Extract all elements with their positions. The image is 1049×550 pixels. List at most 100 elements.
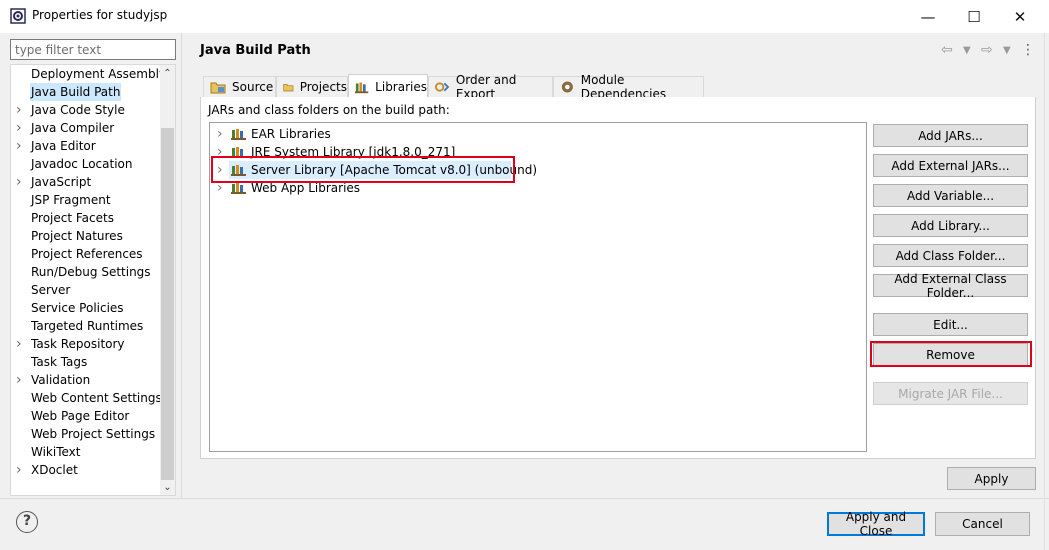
minimize-icon: — (920, 7, 936, 26)
tree-item-label: Java Compiler (31, 121, 115, 135)
tab-source[interactable]: Source (203, 76, 276, 97)
tab-module-dependencies[interactable]: Module Dependencies (553, 73, 704, 101)
tree-item[interactable]: Project References (10, 245, 160, 263)
migrate-jar-button[interactable]: Migrate JAR File... (873, 382, 1028, 405)
tree-item[interactable]: Web Page Editor (10, 407, 160, 425)
tab-label: Libraries (375, 79, 427, 94)
add-external-jars-button[interactable]: Add External JARs... (873, 154, 1028, 177)
tree-item-label: XDoclet (31, 463, 78, 477)
tree-item[interactable]: Service Policies (10, 299, 160, 317)
tree-item[interactable]: Project Facets (10, 209, 160, 227)
window-border (1044, 33, 1045, 550)
tree-item-label: Task Tags (31, 355, 88, 369)
back-arrow-icon[interactable]: ⇦ (941, 42, 953, 58)
view-menu-icon[interactable]: ⋮ (1021, 42, 1035, 58)
add-variable-button[interactable]: Add Variable... (873, 184, 1028, 207)
tree-item-label: Server (31, 283, 71, 297)
tree-item[interactable]: Deployment Assembly (10, 65, 166, 83)
tree-item[interactable]: Java Build Path (10, 83, 160, 101)
library-label: EAR Libraries (251, 127, 331, 141)
chevron-right-icon[interactable]: › (16, 461, 26, 479)
tree-item[interactable]: › Validation (10, 371, 160, 389)
add-external-class-folder-button[interactable]: Add External Class Folder... (873, 272, 1028, 300)
scrollbar-thumb[interactable] (161, 128, 174, 480)
window-title: Properties for studyjsp (32, 8, 168, 22)
tab-order-export[interactable]: Order and Export (428, 73, 553, 101)
tree-item-label: Targeted Runtimes (31, 319, 144, 333)
maximize-button[interactable]: ☐ (951, 0, 997, 33)
help-icon[interactable]: ? (16, 511, 38, 533)
tree-item[interactable]: › Java Code Style (10, 101, 160, 119)
filter-input[interactable] (11, 40, 175, 59)
scroll-up-icon[interactable]: ⌃ (160, 66, 175, 81)
tree-item-label: Project References (31, 247, 143, 261)
close-icon: ✕ (1013, 7, 1027, 26)
eclipse-properties-icon (10, 8, 26, 24)
minimize-button[interactable]: — (905, 0, 951, 33)
tree-item[interactable]: › JavaScript (10, 173, 160, 191)
chevron-right-icon[interactable]: › (16, 119, 26, 137)
tree-item[interactable]: Server (10, 281, 160, 299)
tree-item-label: JavaScript (31, 175, 92, 189)
tree-item[interactable]: › Task Repository (10, 335, 160, 353)
chevron-right-icon[interactable]: › (217, 125, 227, 143)
order-export-icon (435, 82, 450, 92)
highlight-box-server-library (211, 156, 515, 183)
tree-item[interactable]: Targeted Runtimes (10, 317, 160, 335)
apply-and-close-button[interactable]: Apply and Close (827, 510, 925, 538)
tree-item-label: Javadoc Location (31, 157, 133, 171)
add-library-button[interactable]: Add Library... (873, 214, 1028, 237)
chevron-right-icon[interactable]: › (16, 335, 26, 353)
forward-dropdown-icon[interactable]: ▼ (1003, 45, 1011, 56)
forward-arrow-icon[interactable]: ⇨ (981, 42, 993, 58)
tree-item-label: Web Page Editor (31, 409, 130, 423)
tree-item[interactable]: › Java Editor (10, 137, 160, 155)
tab-label: Projects (299, 80, 347, 94)
tree-item-label: Task Repository (31, 337, 125, 351)
libraries-icon (355, 82, 369, 93)
close-button[interactable]: ✕ (997, 0, 1043, 33)
tree-item[interactable]: Web Content Settings (10, 389, 162, 407)
tree-item-label: Web Project Settings (31, 427, 156, 441)
tree-item[interactable]: Task Tags (10, 353, 160, 371)
build-path-description: JARs and class folders on the build path… (208, 103, 450, 117)
filter-box[interactable] (10, 39, 176, 60)
tree-item-label: Service Policies (31, 301, 124, 315)
tree-item-label: Run/Debug Settings (31, 265, 151, 279)
tree-item-label: Java Build Path (30, 83, 122, 101)
tree-item[interactable]: › XDoclet (10, 461, 160, 479)
tree-item-label: Web Content Settings (31, 391, 162, 405)
chevron-right-icon[interactable]: › (16, 101, 26, 119)
cancel-button[interactable]: Cancel (935, 512, 1030, 536)
tab-projects[interactable]: Projects (276, 76, 348, 97)
tree-item[interactable]: JSP Fragment (10, 191, 160, 209)
library-icon (231, 129, 246, 140)
tab-libraries[interactable]: Libraries (348, 74, 428, 98)
highlight-box-remove (870, 341, 1032, 367)
edit-button[interactable]: Edit... (873, 313, 1028, 336)
pane-splitter[interactable] (181, 33, 182, 498)
chevron-right-icon[interactable]: › (16, 137, 26, 155)
back-dropdown-icon[interactable]: ▼ (963, 45, 971, 56)
tree-item[interactable]: Javadoc Location (10, 155, 160, 173)
tree-item-label: Java Editor (31, 139, 96, 153)
tree-item[interactable]: Project Natures (10, 227, 160, 245)
module-dependencies-icon (561, 81, 573, 93)
library-icon (231, 183, 246, 194)
add-class-folder-button[interactable]: Add Class Folder... (873, 244, 1028, 267)
tree-item-label: Java Code Style (31, 103, 125, 117)
chevron-right-icon[interactable]: › (16, 371, 26, 389)
source-folder-icon (210, 82, 226, 94)
tree-item-label: Project Facets (31, 211, 114, 225)
add-jars-button[interactable]: Add JARs... (873, 124, 1028, 147)
maximize-icon: ☐ (967, 7, 981, 26)
scroll-down-icon[interactable]: ⌄ (160, 480, 175, 495)
tree-item[interactable]: › Java Compiler (10, 119, 160, 137)
tree-item[interactable]: WikiText (10, 443, 160, 461)
tree-item[interactable]: Run/Debug Settings (10, 263, 160, 281)
tree-item[interactable]: Web Project Settings (10, 425, 160, 443)
chevron-right-icon[interactable]: › (16, 173, 26, 191)
footer-separator (0, 498, 1049, 499)
apply-button[interactable]: Apply (947, 467, 1036, 490)
tree-item-label: Project Natures (31, 229, 123, 243)
